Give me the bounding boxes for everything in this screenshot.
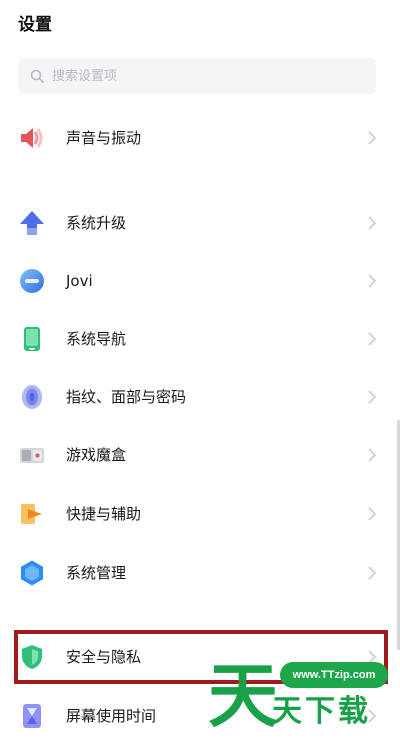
shortcut-arrow-icon	[18, 500, 46, 528]
watermark-text: 天下载	[272, 694, 371, 729]
settings-item-label: 系统导航	[66, 330, 127, 348]
settings-item-label: 游戏魔盒	[66, 446, 127, 464]
settings-item-label: 系统管理	[66, 564, 127, 582]
settings-item-jovi[interactable]: Jovi	[0, 253, 400, 309]
watermark-site: www.TTzip.com	[280, 662, 388, 688]
search-icon	[28, 67, 46, 85]
settings-item-system-upgrade[interactable]: 系统升级	[0, 195, 400, 251]
chevron-right-icon	[368, 216, 377, 230]
settings-item-game-box[interactable]: 游戏魔盒	[0, 427, 400, 483]
jovi-icon	[18, 267, 46, 295]
settings-item-label: 系统升级	[66, 214, 127, 232]
settings-item-sound-vibration[interactable]: 声音与振动	[0, 110, 400, 166]
settings-page: 设置 声音与振动 系统	[0, 0, 400, 747]
watermark-glyph: 天	[208, 655, 278, 737]
settings-item-shortcuts-accessibility[interactable]: 快捷与辅助	[0, 486, 400, 542]
chevron-right-icon	[368, 332, 377, 346]
chevron-right-icon	[368, 390, 377, 404]
chevron-right-icon	[368, 507, 377, 521]
settings-item-label: 快捷与辅助	[66, 505, 142, 523]
chevron-right-icon	[368, 566, 377, 580]
speaker-icon	[18, 124, 46, 152]
phone-navigation-icon	[18, 325, 46, 353]
settings-item-fingerprint-face-password[interactable]: 指纹、面部与密码	[0, 369, 400, 425]
page-title: 设置	[18, 15, 52, 35]
game-box-icon	[18, 441, 46, 469]
settings-item-label: 屏幕使用时间	[66, 707, 157, 725]
hourglass-icon	[18, 702, 46, 730]
fingerprint-icon	[18, 383, 46, 411]
search-input[interactable]	[52, 61, 352, 91]
upgrade-arrow-icon	[18, 209, 46, 237]
settings-item-label: 指纹、面部与密码	[66, 388, 187, 406]
settings-item-label: 声音与振动	[66, 129, 142, 147]
watermark-logo: 天 www.TTzip.com 天下载	[208, 656, 400, 746]
settings-item-system-navigation[interactable]: 系统导航	[0, 311, 400, 367]
settings-item-label: Jovi	[66, 272, 93, 290]
chevron-right-icon	[368, 274, 377, 288]
chevron-right-icon	[368, 448, 377, 462]
settings-item-system-management[interactable]: 系统管理	[0, 545, 400, 601]
hexagon-gear-icon	[18, 559, 46, 587]
search-bar[interactable]	[18, 58, 376, 94]
chevron-right-icon	[368, 131, 377, 145]
